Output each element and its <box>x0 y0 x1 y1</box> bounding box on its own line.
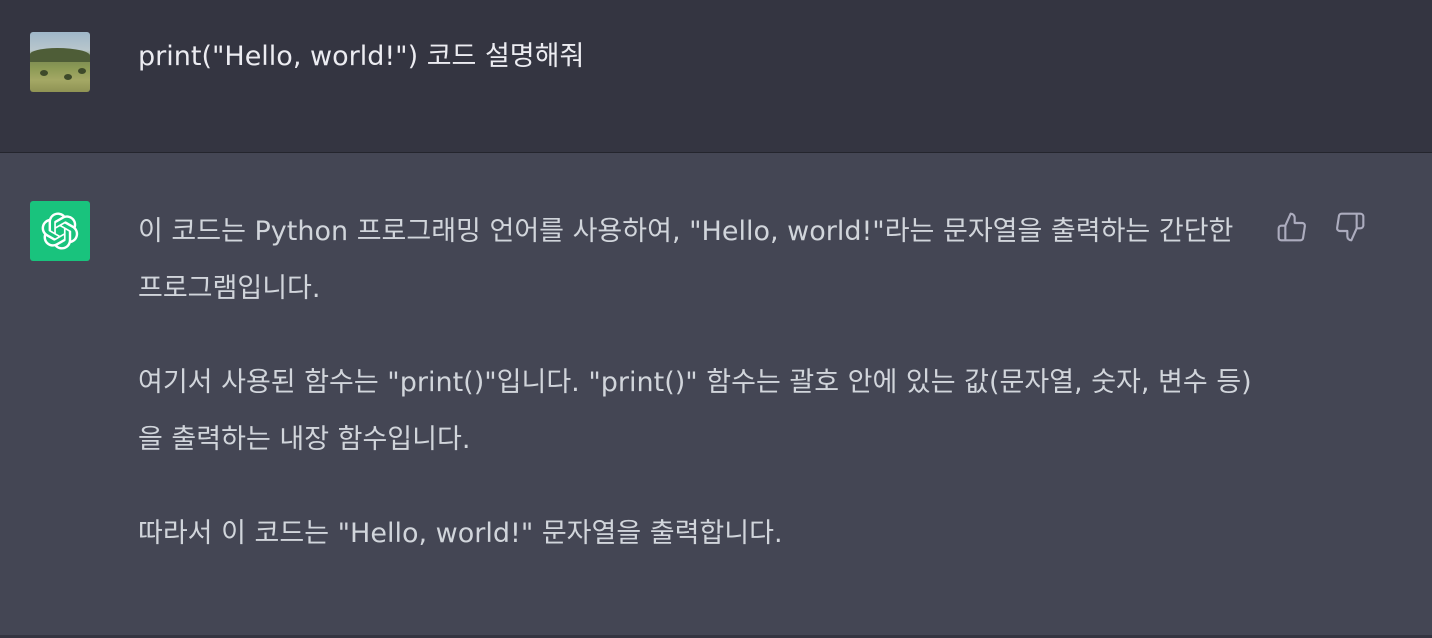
thumbs-down-button[interactable] <box>1332 209 1368 245</box>
feedback-buttons <box>1274 209 1368 245</box>
assistant-paragraph-3: 따라서 이 코드는 "Hello, world!" 문자열을 출력합니다. <box>138 518 783 549</box>
assistant-paragraph-1: 이 코드는 Python 프로그래밍 언어를 사용하여, "Hello, wor… <box>138 216 1234 304</box>
assistant-paragraph-2: 여기서 사용된 함수는 "print()"입니다. "print()" 함수는 … <box>138 367 1252 455</box>
user-message-row: print("Hello, world!") 코드 설명해줘 <box>0 0 1432 153</box>
thumbs-up-button[interactable] <box>1274 209 1310 245</box>
user-message-text: print("Hello, world!") 코드 설명해줘 <box>138 41 585 72</box>
user-avatar <box>30 32 90 92</box>
thumbs-up-icon <box>1277 212 1306 242</box>
assistant-message-row: 이 코드는 Python 프로그래밍 언어를 사용하여, "Hello, wor… <box>0 153 1432 638</box>
assistant-message-body: 이 코드는 Python 프로그래밍 언어를 사용하여, "Hello, wor… <box>138 203 1258 599</box>
thumbs-down-icon <box>1336 212 1365 242</box>
openai-logo-icon <box>30 201 90 261</box>
